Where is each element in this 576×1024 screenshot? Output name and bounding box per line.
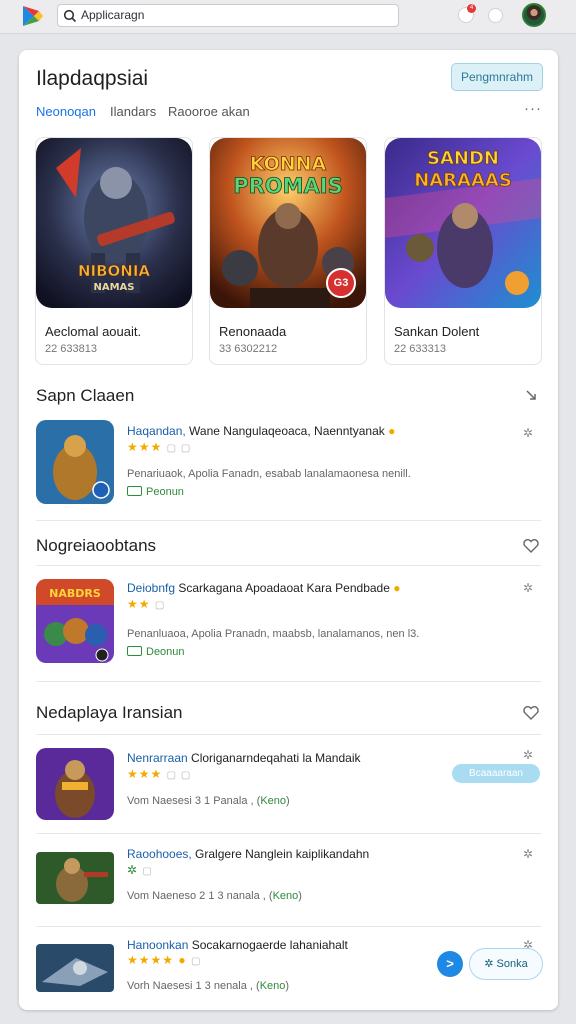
fab-label: Sonka — [496, 958, 528, 970]
app-thumbnail[interactable] — [36, 852, 114, 904]
search-text: Applicaragn — [81, 8, 145, 22]
tab-third[interactable]: Raooroe akan — [168, 104, 250, 119]
app-meta: Vorh Naesesi 1 3 nenala , (Keno) — [127, 980, 290, 992]
app-tag: Peonun — [127, 486, 184, 498]
search-icon — [63, 9, 77, 23]
game-art-subtext: NAMAS — [93, 282, 134, 293]
app-tag: Deonun — [127, 646, 185, 658]
featured-card[interactable]: KONNA PROMAIS G3 Renonaada 33 6302212 — [209, 137, 367, 365]
notification-badge: 4 — [467, 4, 476, 13]
star-rating: ★★★★ ● ▢ — [127, 953, 202, 967]
featured-subtitle: 22 633313 — [394, 343, 446, 355]
search-input[interactable]: Applicaragn — [57, 4, 399, 27]
page-title: Ilapdaqpsiai — [36, 67, 149, 90]
heart-icon[interactable] — [522, 537, 540, 555]
play-logo-icon[interactable] — [20, 4, 44, 28]
app-thumbnail[interactable] — [36, 944, 114, 992]
floating-action-button[interactable]: ✲ Sonka — [469, 948, 543, 980]
app-title[interactable]: Deiobnfg Scarkagana Apoadaoat Kara Pendb… — [127, 581, 400, 595]
app-title[interactable]: Hanoonkan Socakarnogaerde lahaniahalt — [127, 938, 348, 952]
sparkle-icon: ✲ — [484, 958, 494, 970]
divider — [36, 926, 541, 927]
avatar[interactable] — [522, 3, 546, 27]
app-meta: Vom Naeneso 2 1 3 nanala , (Keno) — [127, 890, 302, 902]
featured-title: Sankan Dolent — [394, 324, 480, 339]
dismiss-icon[interactable]: ✲ — [523, 847, 533, 861]
app-thumbnail[interactable]: NABDRS — [36, 579, 114, 663]
app-title[interactable]: Raoohooes, Gralgere Nanglein kaiplikanda… — [127, 847, 369, 861]
app-thumbnail[interactable] — [36, 420, 114, 504]
app-title[interactable]: Haqandan, Wane Nangulaqeoaca, Naenntyana… — [127, 424, 395, 438]
dismiss-icon[interactable]: ✲ — [523, 581, 533, 595]
app-meta: Vom Naesesi 3 1 Panala , (Keno) — [127, 795, 290, 807]
game-art-subtext: NARAAAS — [414, 170, 512, 191]
header-button[interactable]: Pengmnrahm — [451, 63, 543, 91]
star-rating: ✲ ▢ — [127, 863, 153, 877]
divider — [36, 734, 541, 735]
featured-title: Aeclomal aouait. — [45, 324, 142, 339]
tab-first[interactable]: Neonoqan — [36, 104, 96, 119]
tab-second[interactable]: Ilandars — [110, 104, 156, 119]
camera-icon[interactable] — [488, 8, 503, 23]
dismiss-icon[interactable]: ✲ — [523, 748, 533, 762]
section-title: Sapn Claaen — [36, 386, 135, 405]
game-art-subtext: PROMAIS — [233, 174, 343, 198]
main-panel: Ilapdaqpsiai Pengmnrahm Neonoqan Ilandar… — [19, 50, 558, 1010]
share-arrow-button[interactable]: > — [437, 951, 463, 977]
game-art-image: SANDN NARAAAS — [385, 138, 541, 308]
featured-title: Renonaada — [219, 324, 287, 339]
featured-subtitle: 33 6302212 — [219, 343, 278, 355]
game-art-text: NIBONIA — [78, 262, 150, 280]
app-thumbnail[interactable] — [36, 748, 114, 820]
game-art-text: SANDN — [427, 148, 499, 169]
featured-card[interactable]: NIBONIA NAMAS Aeclomal aouait. 22 633813 — [35, 137, 193, 365]
star-rating: ★★★ ▢ ▢ — [127, 767, 192, 781]
section-title: Nedaplaya Iransian — [36, 703, 183, 722]
top-bar: Applicaragn 4 — [0, 0, 576, 34]
game-art-image: NIBONIA NAMAS — [36, 138, 192, 308]
app-title[interactable]: Nenrarraan Cloriganarndeqahati la Mandai… — [127, 751, 360, 765]
heart-icon[interactable] — [522, 704, 540, 722]
game-art-text: KONNA — [250, 153, 327, 175]
divider — [36, 520, 541, 521]
featured-subtitle: 22 633813 — [45, 343, 97, 355]
dismiss-icon[interactable]: ✲ — [523, 426, 533, 440]
game-badge-icon: G3 — [326, 268, 356, 298]
star-rating: ★★★ ▢ ▢ — [127, 440, 192, 454]
divider — [36, 833, 541, 834]
expand-icon[interactable] — [522, 387, 540, 405]
app-description: Penanluaoa, Apolia Pranadn, maabsb, lana… — [127, 628, 420, 640]
divider — [36, 681, 541, 682]
featured-card[interactable]: SANDN NARAAAS Sankan Dolent 22 633313 — [384, 137, 542, 365]
app-description: Penariuaok, Apolia Fanadn, esabab lanala… — [127, 468, 411, 480]
star-rating: ★★ ▢ — [127, 597, 166, 611]
section-title: Nogreiaoobtans — [36, 536, 157, 555]
action-pill-button[interactable]: Bcaaaaraan — [452, 764, 540, 783]
svg-text:NABDRS: NABDRS — [49, 587, 101, 600]
divider — [36, 565, 541, 566]
more-options-icon[interactable]: ··· — [524, 100, 542, 117]
